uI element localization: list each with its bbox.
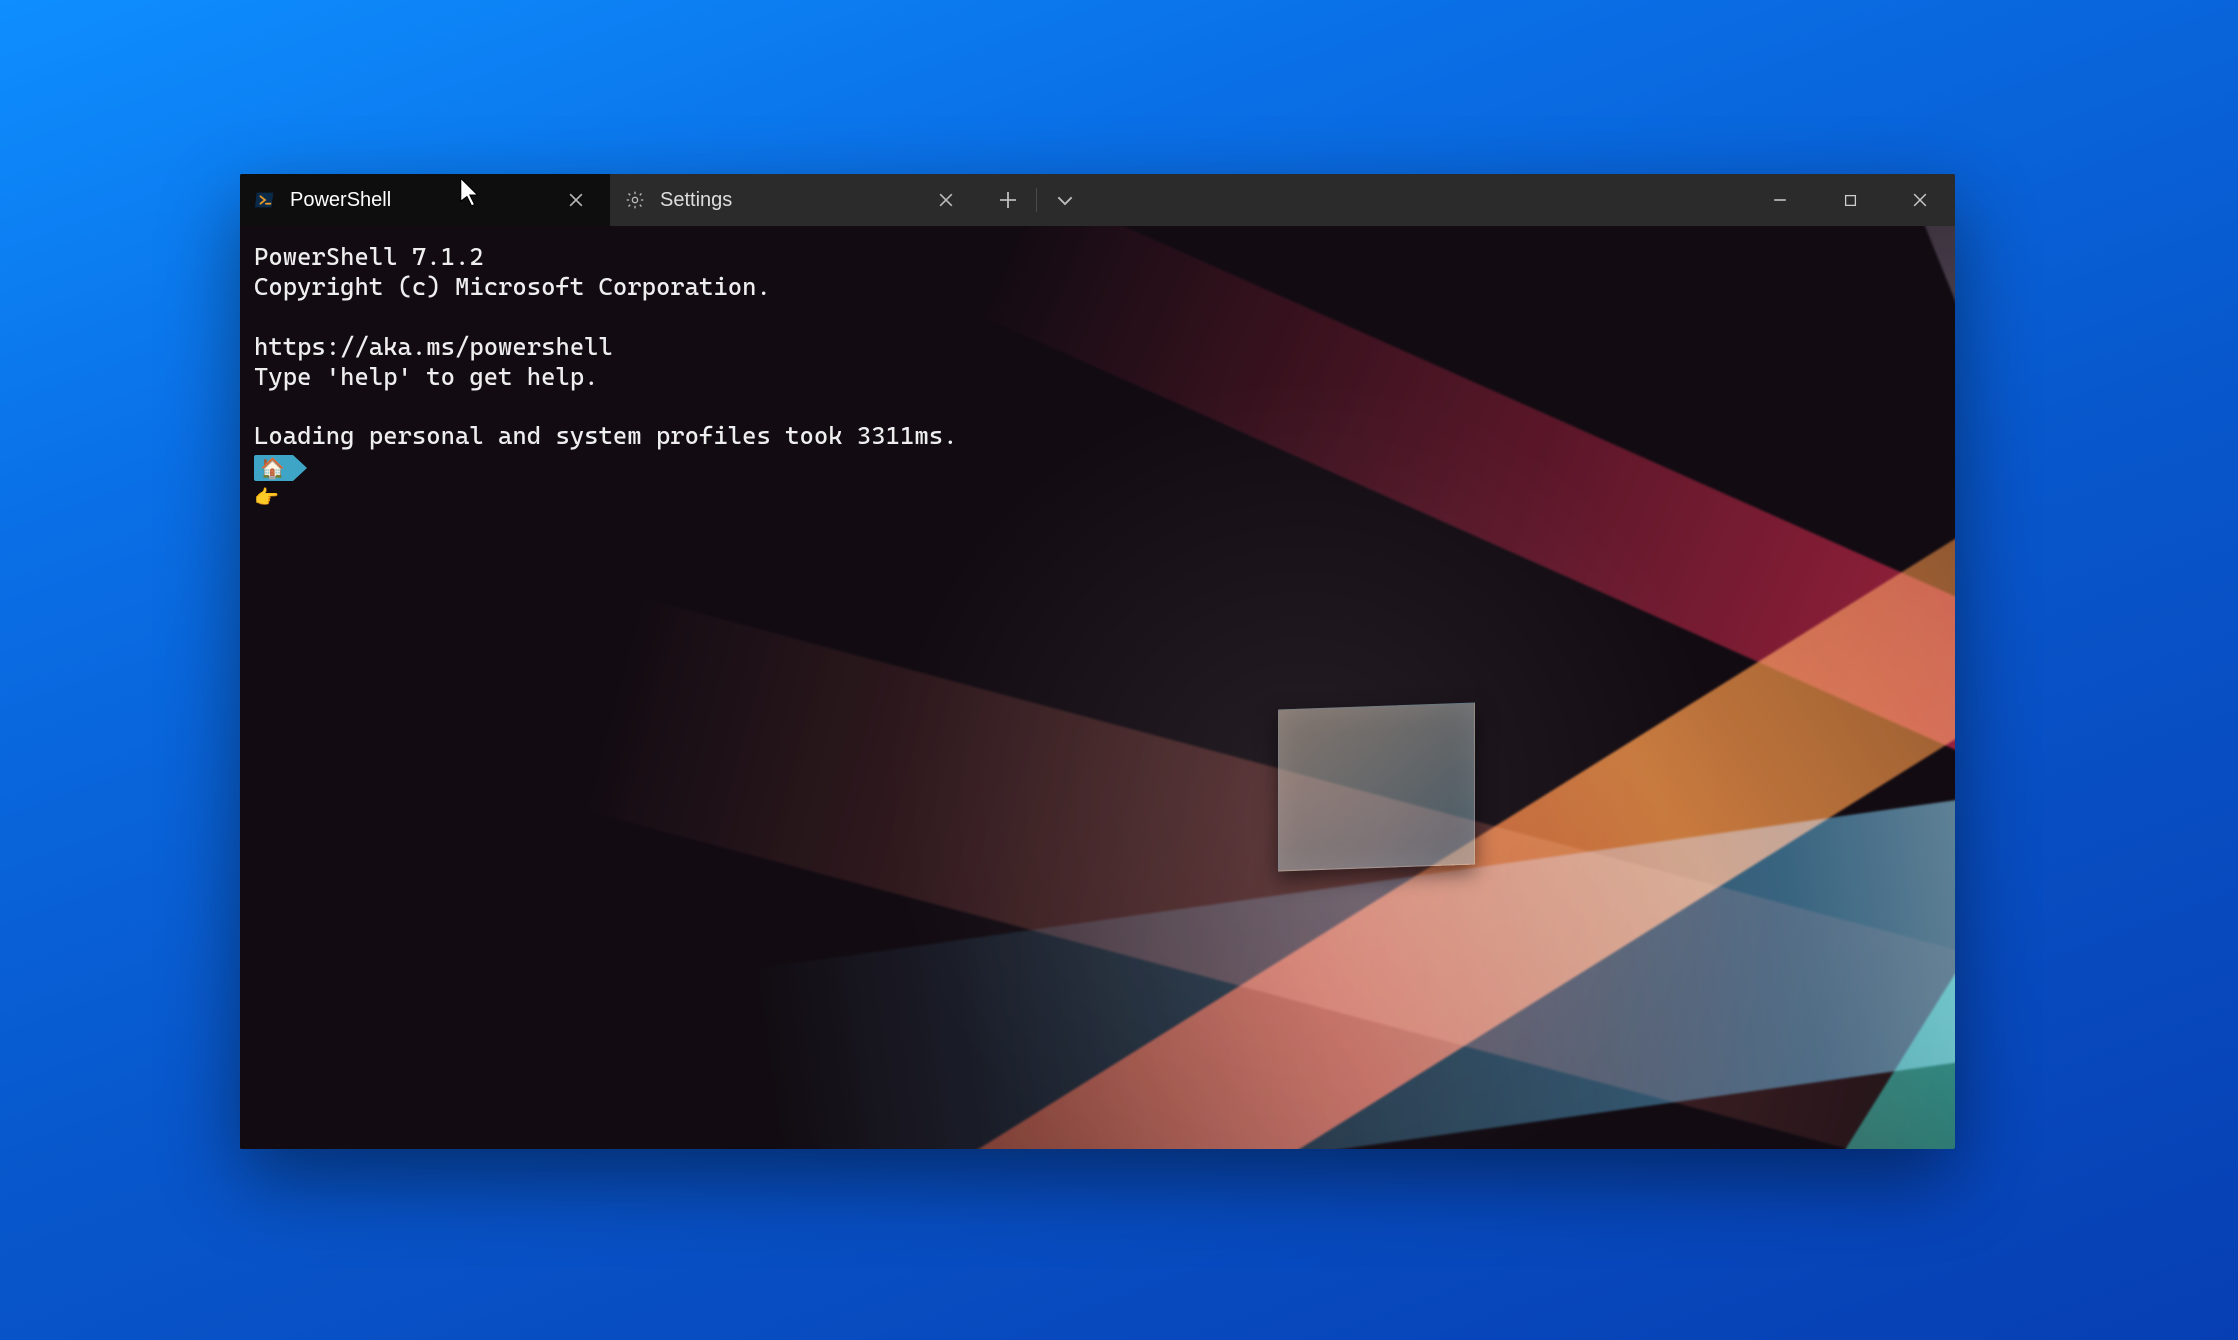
maximize-icon <box>1844 194 1857 207</box>
tab-close-button[interactable] <box>558 182 594 218</box>
terminal-window: PowerShell Settings <box>240 174 1955 1149</box>
terminal-line: Copyright (c) Microsoft Corporation. <box>254 272 771 301</box>
terminal-pane[interactable]: PowerShell 7.1.2 Copyright (c) Microsoft… <box>240 226 1955 1149</box>
plus-icon <box>1000 192 1016 208</box>
tab-label: PowerShell <box>290 189 391 212</box>
minimize-button[interactable] <box>1745 174 1815 226</box>
tab-actions <box>980 174 1089 226</box>
window-close-button[interactable] <box>1885 174 1955 226</box>
profile-dropdown-button[interactable] <box>1041 174 1089 226</box>
tab-label: Settings <box>660 189 732 212</box>
minimize-icon <box>1773 193 1787 207</box>
powershell-icon <box>254 189 276 211</box>
tab-powershell[interactable]: PowerShell <box>240 174 610 226</box>
tab-settings[interactable]: Settings <box>610 174 980 226</box>
terminal-line: Loading personal and system profiles too… <box>254 421 957 450</box>
terminal-line: PowerShell 7.1.2 <box>254 242 484 271</box>
tab-close-button[interactable] <box>928 182 964 218</box>
terminal-output: PowerShell 7.1.2 Copyright (c) Microsoft… <box>240 226 1955 527</box>
home-icon: 🏠 <box>260 456 285 480</box>
close-icon <box>569 193 583 207</box>
terminal-line: Type 'help' to get help. <box>254 362 599 391</box>
maximize-button[interactable] <box>1815 174 1885 226</box>
close-icon <box>1913 193 1927 207</box>
close-icon <box>939 193 953 207</box>
new-tab-button[interactable] <box>984 174 1032 226</box>
separator <box>1036 188 1037 212</box>
chevron-down-icon <box>1057 192 1073 208</box>
tab-bar: PowerShell Settings <box>240 174 1955 226</box>
terminal-line: https://aka.ms/powershell <box>254 332 613 361</box>
pointing-hand-icon: 👉 <box>254 485 279 509</box>
mouse-cursor-icon <box>460 178 480 206</box>
settings-icon <box>624 189 646 211</box>
window-controls <box>1745 174 1955 226</box>
prompt-segment-home: 🏠 <box>254 455 293 481</box>
